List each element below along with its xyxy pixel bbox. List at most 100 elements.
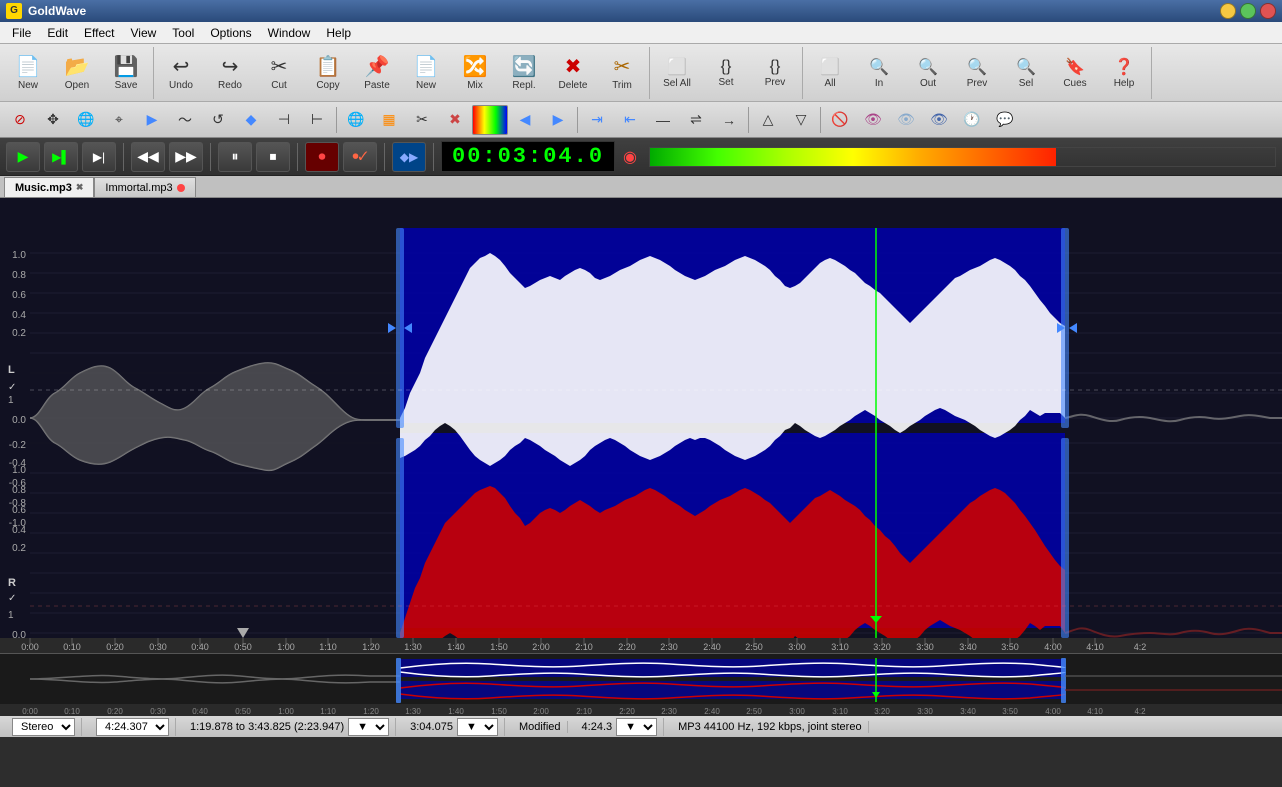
set-label: Set bbox=[718, 78, 733, 88]
replace-button[interactable]: 🔄 Repl. bbox=[500, 47, 548, 99]
position-select[interactable]: ▼ bbox=[457, 718, 498, 736]
tab-music-close[interactable]: ✖ bbox=[76, 182, 84, 193]
duration2-select[interactable]: ▼ bbox=[616, 718, 657, 736]
arrow-right2-button[interactable]: ⇥ bbox=[581, 105, 613, 135]
menu-view[interactable]: View bbox=[123, 24, 165, 42]
volume-bar-container[interactable] bbox=[649, 147, 1276, 167]
x-button[interactable]: ✖ bbox=[439, 105, 471, 135]
bar-left-button[interactable]: ⊣ bbox=[268, 105, 300, 135]
selall-button[interactable]: ⬜ Sel All bbox=[653, 47, 701, 99]
menu-edit[interactable]: Edit bbox=[39, 24, 76, 42]
forward-button[interactable]: ▶▶ bbox=[169, 142, 203, 172]
cycle-button[interactable]: ↺ bbox=[202, 105, 234, 135]
paste-button[interactable]: 📌 Paste bbox=[353, 47, 401, 99]
play-end-button[interactable]: ▶| bbox=[82, 142, 116, 172]
close-button[interactable] bbox=[1260, 3, 1276, 19]
maximize-button[interactable] bbox=[1240, 3, 1256, 19]
wave-button[interactable]: 〜 bbox=[169, 105, 201, 135]
no-sign2-button[interactable]: 🚫 bbox=[824, 105, 856, 135]
zoom-prev-button[interactable]: 🔍 Prev bbox=[953, 47, 1001, 99]
svg-text:0:50: 0:50 bbox=[235, 707, 251, 716]
record-sel-button[interactable]: ⏺✓ bbox=[343, 142, 377, 172]
tab-music[interactable]: Music.mp3 ✖ bbox=[4, 177, 94, 197]
svg-text:2:30: 2:30 bbox=[661, 707, 677, 716]
globe-button[interactable]: 🌐 bbox=[70, 105, 102, 135]
line-button[interactable]: ― bbox=[647, 105, 679, 135]
chat-button[interactable]: 💬 bbox=[989, 105, 1021, 135]
stop-button[interactable]: ⏹ bbox=[256, 142, 290, 172]
redo-button[interactable]: ↪ Redo bbox=[206, 47, 254, 99]
zoom-in-label: In bbox=[875, 79, 883, 89]
bar-right-button[interactable]: ⊢ bbox=[301, 105, 333, 135]
left-arrow-button[interactable]: ◀ bbox=[509, 105, 541, 135]
arrows-button[interactable]: ⇌ bbox=[680, 105, 712, 135]
mini-waveform[interactable]: 0:00 0:10 0:20 0:30 0:40 0:50 1:00 1:10 … bbox=[0, 653, 1282, 715]
new2-button[interactable]: 📄 New bbox=[402, 47, 450, 99]
triangle-up-button[interactable]: △ bbox=[752, 105, 784, 135]
eye3-button[interactable]: 👁 bbox=[923, 105, 955, 135]
menu-options[interactable]: Options bbox=[202, 24, 259, 42]
scissor2-button[interactable]: ✂ bbox=[406, 105, 438, 135]
color-bar-button[interactable] bbox=[472, 105, 508, 135]
help-button[interactable]: ❓ Help bbox=[1100, 47, 1148, 99]
trim-button[interactable]: ✂ Trim bbox=[598, 47, 646, 99]
mix-button[interactable]: 🔀 Mix bbox=[451, 47, 499, 99]
delete-button[interactable]: ✖ Delete bbox=[549, 47, 597, 99]
zoom-sel-button[interactable]: 🔍 Sel bbox=[1002, 47, 1050, 99]
zoom-sel-icon: 🔍 bbox=[1016, 57, 1036, 77]
pause-button[interactable]: ⏸ bbox=[218, 142, 252, 172]
prev-button[interactable]: {} Prev bbox=[751, 47, 799, 99]
tab-immortal[interactable]: Immortal.mp3 bbox=[94, 177, 195, 197]
cut-button[interactable]: ✂ Cut bbox=[255, 47, 303, 99]
crosshair-button[interactable]: ⌖ bbox=[103, 105, 135, 135]
menu-window[interactable]: Window bbox=[260, 24, 319, 42]
globe2-button[interactable]: 🌐 bbox=[340, 105, 372, 135]
triangle-down-button[interactable]: ▽ bbox=[785, 105, 817, 135]
duration2-item: 4:24.3 ▼ bbox=[576, 718, 665, 736]
waveform-area[interactable]: 1.0 0.8 0.6 0.4 0.2 0.0 -0.2 -0.4 -0.6 -… bbox=[0, 198, 1282, 653]
menu-file[interactable]: File bbox=[4, 24, 39, 42]
right3-button[interactable]: → bbox=[713, 105, 745, 135]
cues-button[interactable]: 🔖 Cues bbox=[1051, 47, 1099, 99]
clock-button[interactable]: 🕐 bbox=[956, 105, 988, 135]
titlebar: G GoldWave bbox=[0, 0, 1282, 22]
right-arrow-button[interactable]: ▶ bbox=[542, 105, 574, 135]
svg-text:1: 1 bbox=[8, 395, 14, 406]
arrow-right-button[interactable]: ▶ bbox=[136, 105, 168, 135]
new2-label: New bbox=[416, 81, 436, 91]
no-sign-button[interactable]: ⊘ bbox=[4, 105, 36, 135]
eye-button[interactable]: 👁 bbox=[857, 105, 889, 135]
copy-button[interactable]: 📋 Copy bbox=[304, 47, 352, 99]
zoom-in-button[interactable]: 🔍 In bbox=[855, 47, 903, 99]
svg-text:✓: ✓ bbox=[8, 593, 16, 604]
zoom-out-button[interactable]: 🔍 Out bbox=[904, 47, 952, 99]
selection-text: 1:19.878 to 3:43.825 (2:23.947) bbox=[190, 721, 344, 733]
zoom-all-button[interactable]: ⬜ All bbox=[806, 47, 854, 99]
selection-select[interactable]: ▼ bbox=[348, 718, 389, 736]
undo-button[interactable]: ↩ Undo bbox=[157, 47, 205, 99]
paste-label: Paste bbox=[364, 81, 390, 91]
menu-help[interactable]: Help bbox=[318, 24, 359, 42]
svg-text:0:10: 0:10 bbox=[64, 707, 80, 716]
minimize-button[interactable] bbox=[1220, 3, 1236, 19]
menu-effect[interactable]: Effect bbox=[76, 24, 122, 42]
monitor-button[interactable]: ◆▶ bbox=[392, 142, 426, 172]
svg-text:0.6: 0.6 bbox=[12, 505, 26, 516]
play-selection-button[interactable]: ▶▌ bbox=[44, 142, 78, 172]
diamond-button[interactable]: ◆ bbox=[235, 105, 267, 135]
channel-select[interactable]: Stereo Mono bbox=[12, 718, 75, 736]
open-button[interactable]: 📂 Open bbox=[53, 47, 101, 99]
move-button[interactable]: ✥ bbox=[37, 105, 69, 135]
menu-tool[interactable]: Tool bbox=[164, 24, 202, 42]
set-button[interactable]: {} Set bbox=[702, 47, 750, 99]
new-button[interactable]: 📄 New bbox=[4, 47, 52, 99]
svg-text:1:50: 1:50 bbox=[491, 707, 507, 716]
save-button[interactable]: 💾 Save bbox=[102, 47, 150, 99]
eye2-button[interactable]: 👁 bbox=[890, 105, 922, 135]
record-button[interactable]: ⏺ bbox=[305, 142, 339, 172]
rainbow-button[interactable]: ▦ bbox=[373, 105, 405, 135]
arrow-left2-button[interactable]: ⇤ bbox=[614, 105, 646, 135]
duration-select[interactable]: 4:24.307 bbox=[96, 718, 169, 736]
rewind-button[interactable]: ◀◀ bbox=[131, 142, 165, 172]
play-button[interactable]: ▶ bbox=[6, 142, 40, 172]
